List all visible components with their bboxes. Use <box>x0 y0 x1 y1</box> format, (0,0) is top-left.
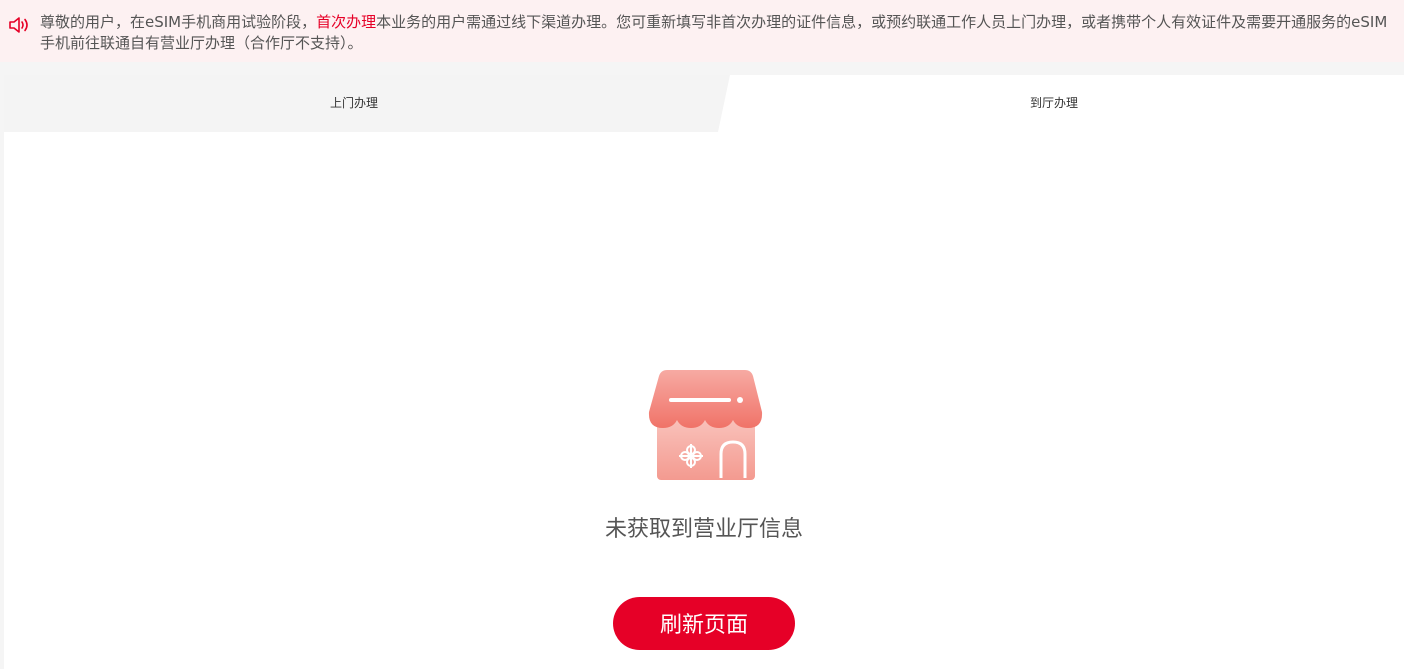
tab-hall-service[interactable]: 到厅办理 <box>704 75 1404 132</box>
notice-text-before: 尊敬的用户，在eSIM手机商用试验阶段， <box>40 13 317 31</box>
store-icon <box>648 370 763 480</box>
content-panel: 上门办理 到厅办理 未获取到营业厅信息 刷新页面 <box>4 75 1404 669</box>
tab-bar: 上门办理 到厅办理 <box>4 75 1404 132</box>
notice-highlight: 首次办理 <box>316 13 377 31</box>
speaker-icon <box>9 17 28 33</box>
notice-banner: 尊敬的用户，在eSIM手机商用试验阶段，首次办理本业务的用户需通过线下渠道办理。… <box>0 0 1404 62</box>
empty-state-message: 未获取到营业厅信息 <box>604 517 803 542</box>
tab-door-service[interactable]: 上门办理 <box>4 75 704 132</box>
refresh-page-button[interactable]: 刷新页面 <box>613 597 795 650</box>
